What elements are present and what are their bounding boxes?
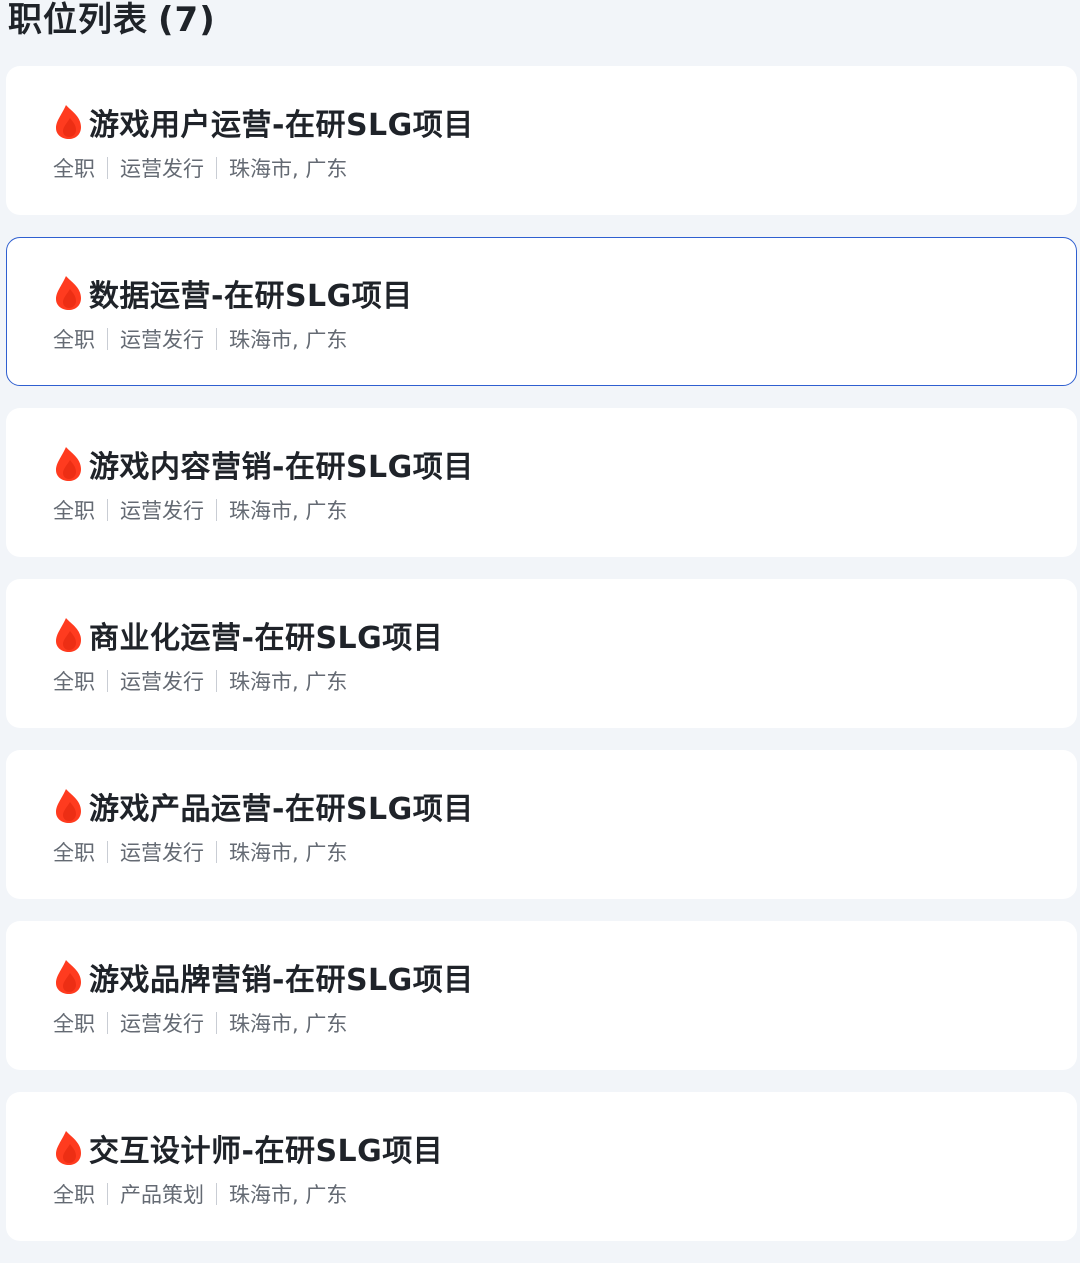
job-category: 运营发行 — [120, 1012, 204, 1036]
fire-icon — [56, 105, 81, 139]
job-title-row: 游戏用户运营-在研SLG项目 — [53, 100, 474, 144]
job-card[interactable]: 交互设计师-在研SLG项目 全职 产品策划 珠海市, 广东 — [6, 1092, 1077, 1241]
fire-icon — [56, 960, 81, 994]
job-card[interactable]: 游戏内容营销-在研SLG项目 全职 运营发行 珠海市, 广东 — [6, 408, 1077, 557]
job-title-row: 游戏品牌营销-在研SLG项目 — [53, 955, 474, 999]
meta-divider — [216, 1012, 217, 1034]
job-meta: 全职 运营发行 珠海市, 广东 — [53, 153, 347, 183]
job-meta: 全职 运营发行 珠海市, 广东 — [53, 324, 347, 354]
meta-divider — [216, 1183, 217, 1205]
page-title-text: 职位列表 — [8, 0, 148, 40]
job-title-row: 游戏内容营销-在研SLG项目 — [53, 442, 474, 486]
meta-divider — [216, 499, 217, 521]
job-list-page: 职位列表 (7) 游戏用户运营-在研SLG项目 全职 运营发行 珠海市, 广东 数… — [0, 0, 1080, 1260]
meta-divider — [216, 841, 217, 863]
job-location: 珠海市, 广东 — [229, 157, 348, 181]
job-type: 全职 — [53, 670, 95, 694]
job-type: 全职 — [53, 841, 95, 865]
job-title[interactable]: 游戏内容营销-在研SLG项目 — [89, 442, 474, 486]
job-meta: 全职 运营发行 珠海市, 广东 — [53, 837, 347, 867]
job-title-row: 交互设计师-在研SLG项目 — [53, 1126, 443, 1170]
job-location: 珠海市, 广东 — [229, 1183, 348, 1207]
job-type: 全职 — [53, 1012, 95, 1036]
job-title[interactable]: 游戏产品运营-在研SLG项目 — [89, 784, 474, 828]
job-title[interactable]: 交互设计师-在研SLG项目 — [89, 1126, 443, 1170]
meta-divider — [216, 670, 217, 692]
job-meta: 全职 运营发行 珠海市, 广东 — [53, 1008, 347, 1038]
meta-divider — [107, 1183, 108, 1205]
job-meta: 全职 运营发行 珠海市, 广东 — [53, 495, 347, 525]
job-title[interactable]: 游戏品牌营销-在研SLG项目 — [89, 955, 474, 999]
job-title[interactable]: 商业化运营-在研SLG项目 — [89, 613, 443, 657]
job-title-row: 数据运营-在研SLG项目 — [53, 271, 413, 315]
meta-divider — [107, 670, 108, 692]
job-category: 产品策划 — [120, 1183, 204, 1207]
job-category: 运营发行 — [120, 157, 204, 181]
job-category: 运营发行 — [120, 499, 204, 523]
job-meta: 全职 运营发行 珠海市, 广东 — [53, 666, 347, 696]
job-location: 珠海市, 广东 — [229, 328, 348, 352]
job-type: 全职 — [53, 157, 95, 181]
fire-icon — [56, 1131, 81, 1165]
meta-divider — [107, 841, 108, 863]
job-type: 全职 — [53, 499, 95, 523]
job-location: 珠海市, 广东 — [229, 841, 348, 865]
job-title-row: 商业化运营-在研SLG项目 — [53, 613, 443, 657]
job-type: 全职 — [53, 328, 95, 352]
meta-divider — [107, 157, 108, 179]
job-title-row: 游戏产品运营-在研SLG项目 — [53, 784, 474, 828]
page-title: 职位列表 (7) — [8, 0, 216, 44]
fire-icon — [56, 618, 81, 652]
job-category: 运营发行 — [120, 670, 204, 694]
job-card[interactable]: 游戏用户运营-在研SLG项目 全职 运营发行 珠海市, 广东 — [6, 66, 1077, 215]
job-card[interactable]: 游戏产品运营-在研SLG项目 全职 运营发行 珠海市, 广东 — [6, 750, 1077, 899]
fire-icon — [56, 789, 81, 823]
job-title[interactable]: 数据运营-在研SLG项目 — [89, 271, 413, 315]
meta-divider — [107, 499, 108, 521]
job-location: 珠海市, 广东 — [229, 670, 348, 694]
job-card-selected[interactable]: 数据运营-在研SLG项目 全职 运营发行 珠海市, 广东 — [6, 237, 1077, 386]
job-count: (7) — [158, 0, 216, 40]
job-list: 游戏用户运营-在研SLG项目 全职 运营发行 珠海市, 广东 数据运营-在研SL… — [6, 66, 1077, 1263]
job-type: 全职 — [53, 1183, 95, 1207]
meta-divider — [107, 328, 108, 350]
job-category: 运营发行 — [120, 841, 204, 865]
job-location: 珠海市, 广东 — [229, 499, 348, 523]
meta-divider — [216, 157, 217, 179]
fire-icon — [56, 276, 81, 310]
job-location: 珠海市, 广东 — [229, 1012, 348, 1036]
meta-divider — [107, 1012, 108, 1034]
job-category: 运营发行 — [120, 328, 204, 352]
job-meta: 全职 产品策划 珠海市, 广东 — [53, 1179, 347, 1209]
job-card[interactable]: 游戏品牌营销-在研SLG项目 全职 运营发行 珠海市, 广东 — [6, 921, 1077, 1070]
job-title[interactable]: 游戏用户运营-在研SLG项目 — [89, 100, 474, 144]
meta-divider — [216, 328, 217, 350]
job-card[interactable]: 商业化运营-在研SLG项目 全职 运营发行 珠海市, 广东 — [6, 579, 1077, 728]
fire-icon — [56, 447, 81, 481]
